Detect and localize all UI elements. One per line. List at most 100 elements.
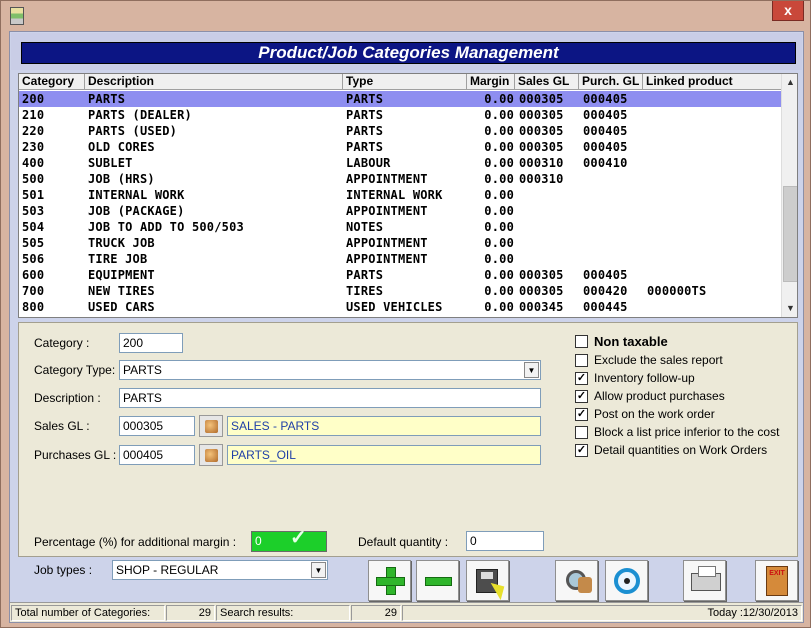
- col-header-description[interactable]: Description: [85, 74, 343, 90]
- cell-description: USED CARS: [88, 300, 155, 314]
- default-quantity-input[interactable]: 0: [466, 531, 544, 551]
- today-date: Today :12/30/2013: [402, 605, 802, 621]
- sales-gl-lookup-button[interactable]: [199, 415, 223, 437]
- print-button[interactable]: [683, 560, 726, 601]
- purchases-gl-input[interactable]: 000405: [119, 445, 195, 465]
- percentage-input[interactable]: 0 ✓: [251, 528, 327, 552]
- cell-type: LABOUR: [346, 156, 391, 170]
- table-row[interactable]: 200 PARTS PARTS 0.00 000305 000405: [19, 91, 781, 107]
- table-row[interactable]: 506 TIRE JOB APPOINTMENT 0.00: [19, 251, 781, 267]
- cell-description: NEW TIRES: [88, 284, 155, 298]
- option-checkbox-2[interactable]: ✓ Inventory follow-up: [575, 371, 695, 385]
- table-row[interactable]: 500 JOB (HRS) APPOINTMENT 0.00 000310: [19, 171, 781, 187]
- cell-category: 210: [22, 108, 45, 122]
- table-row[interactable]: 220 PARTS (USED) PARTS 0.00 000305 000405: [19, 123, 781, 139]
- cell-margin: 0.00: [484, 140, 514, 154]
- checked-box-icon[interactable]: ✓: [575, 407, 588, 421]
- cell-margin: 0.00: [484, 300, 514, 314]
- col-header-type[interactable]: Type: [343, 74, 467, 90]
- table-row[interactable]: 230 OLD CORES PARTS 0.00 000305 000405: [19, 139, 781, 155]
- cell-type: APPOINTMENT: [346, 204, 428, 218]
- unchecked-box-icon[interactable]: [575, 335, 588, 348]
- table-row[interactable]: 504 JOB TO ADD TO 500/503 NOTES 0.00: [19, 219, 781, 235]
- cell-category: 506: [22, 252, 45, 266]
- purchases-gl-lookup-button[interactable]: [199, 444, 223, 466]
- cell-purch-gl: [583, 219, 643, 235]
- cell-sales-gl: 000345: [519, 300, 564, 314]
- option-label: Post on the work order: [594, 407, 715, 421]
- chevron-down-icon[interactable]: ▼: [311, 562, 326, 578]
- checked-box-icon[interactable]: ✓: [575, 389, 588, 403]
- option-checkbox-0[interactable]: Non taxable: [575, 334, 668, 349]
- close-button[interactable]: x: [772, 1, 804, 21]
- col-header-linked-product[interactable]: Linked product: [643, 74, 781, 90]
- grid-rows: 200 PARTS PARTS 0.00 000305 000405 210 PARTS (D…: [19, 91, 781, 315]
- eye-icon: [614, 568, 640, 594]
- scroll-thumb[interactable]: [783, 186, 797, 282]
- add-button[interactable]: [368, 560, 411, 601]
- cell-type: PARTS: [346, 108, 384, 122]
- cell-sales-gl: [519, 203, 579, 219]
- total-value: 29: [166, 605, 215, 621]
- table-row[interactable]: 600 EQUIPMENT PARTS 0.00 000305 000405: [19, 267, 781, 283]
- description-input[interactable]: PARTS: [119, 388, 541, 408]
- col-header-purch-gl[interactable]: Purch. GL: [579, 74, 643, 90]
- cell-type: APPOINTMENT: [346, 236, 428, 250]
- cell-linked-product: [647, 235, 767, 251]
- cell-type: TIRES: [346, 284, 384, 298]
- col-header-category[interactable]: Category: [19, 74, 85, 90]
- scroll-down-icon[interactable]: ▼: [782, 300, 797, 317]
- job-types-select[interactable]: SHOP - REGULAR ▼: [112, 560, 328, 580]
- table-row[interactable]: 501 INTERNAL WORK INTERNAL WORK 0.00: [19, 187, 781, 203]
- unchecked-box-icon[interactable]: [575, 353, 588, 367]
- sales-gl-input[interactable]: 000305: [119, 416, 195, 436]
- option-checkbox-5[interactable]: Block a list price inferior to the cost: [575, 425, 779, 439]
- view-button[interactable]: [605, 560, 648, 601]
- app-icon: [10, 7, 24, 25]
- grid-scrollbar[interactable]: ▲ ▼: [781, 74, 797, 317]
- table-row[interactable]: 210 PARTS (DEALER) PARTS 0.00 000305 000405: [19, 107, 781, 123]
- option-checkbox-3[interactable]: ✓ Allow product purchases: [575, 389, 725, 403]
- client-area: Product/Job Categories Management Catego…: [9, 31, 804, 623]
- cell-description: JOB (PACKAGE): [88, 204, 185, 218]
- header-strip: Product/Job Categories Management: [11, 33, 802, 70]
- save-button[interactable]: [466, 560, 510, 601]
- checked-box-icon[interactable]: ✓: [575, 443, 588, 457]
- checked-box-icon[interactable]: ✓: [575, 371, 588, 385]
- main-window: x Product/Job Categories Management Cate…: [0, 0, 811, 628]
- cell-description: PARTS: [88, 92, 126, 106]
- search-button[interactable]: [555, 560, 598, 601]
- title-bar[interactable]: x: [1, 1, 810, 31]
- option-checkbox-4[interactable]: ✓ Post on the work order: [575, 407, 715, 421]
- table-row[interactable]: 505 TRUCK JOB APPOINTMENT 0.00: [19, 235, 781, 251]
- cell-category: 503: [22, 204, 45, 218]
- category-type-select[interactable]: PARTS ▼: [119, 360, 541, 380]
- lookup-icon: [205, 420, 218, 433]
- cell-type: PARTS: [346, 268, 384, 282]
- table-row[interactable]: 800 USED CARS USED VEHICLES 0.00 000345 00044…: [19, 299, 781, 315]
- cell-description: SUBLET: [88, 156, 133, 170]
- scroll-up-icon[interactable]: ▲: [782, 74, 797, 91]
- cell-type: PARTS: [346, 92, 384, 106]
- exit-button[interactable]: EXIT: [755, 560, 798, 601]
- delete-button[interactable]: [416, 560, 459, 601]
- option-checkbox-1[interactable]: Exclude the sales report: [575, 353, 723, 367]
- cell-category: 800: [22, 300, 45, 314]
- unchecked-box-icon[interactable]: [575, 425, 588, 439]
- cell-margin: 0.00: [484, 188, 514, 202]
- option-checkbox-6[interactable]: ✓ Detail quantities on Work Orders: [575, 443, 767, 457]
- table-row[interactable]: 700 NEW TIRES TIRES 0.00 000305 000420 000000T…: [19, 283, 781, 299]
- cell-description: TRUCK JOB: [88, 236, 155, 250]
- sales-gl-label: Sales GL :: [34, 419, 90, 433]
- cell-linked-product: [647, 219, 767, 235]
- cell-linked-product: [647, 251, 767, 267]
- purchases-gl-label: Purchases GL :: [34, 448, 117, 462]
- category-input[interactable]: 200: [119, 333, 183, 353]
- cell-description: PARTS (USED): [88, 124, 178, 138]
- table-row[interactable]: 503 JOB (PACKAGE) APPOINTMENT 0.00: [19, 203, 781, 219]
- chevron-down-icon[interactable]: ▼: [524, 362, 539, 378]
- col-header-margin[interactable]: Margin: [467, 74, 515, 90]
- col-header-sales-gl[interactable]: Sales GL: [515, 74, 579, 90]
- table-row[interactable]: 400 SUBLET LABOUR 0.00 000310 000410: [19, 155, 781, 171]
- cell-margin: 0.00: [484, 92, 514, 106]
